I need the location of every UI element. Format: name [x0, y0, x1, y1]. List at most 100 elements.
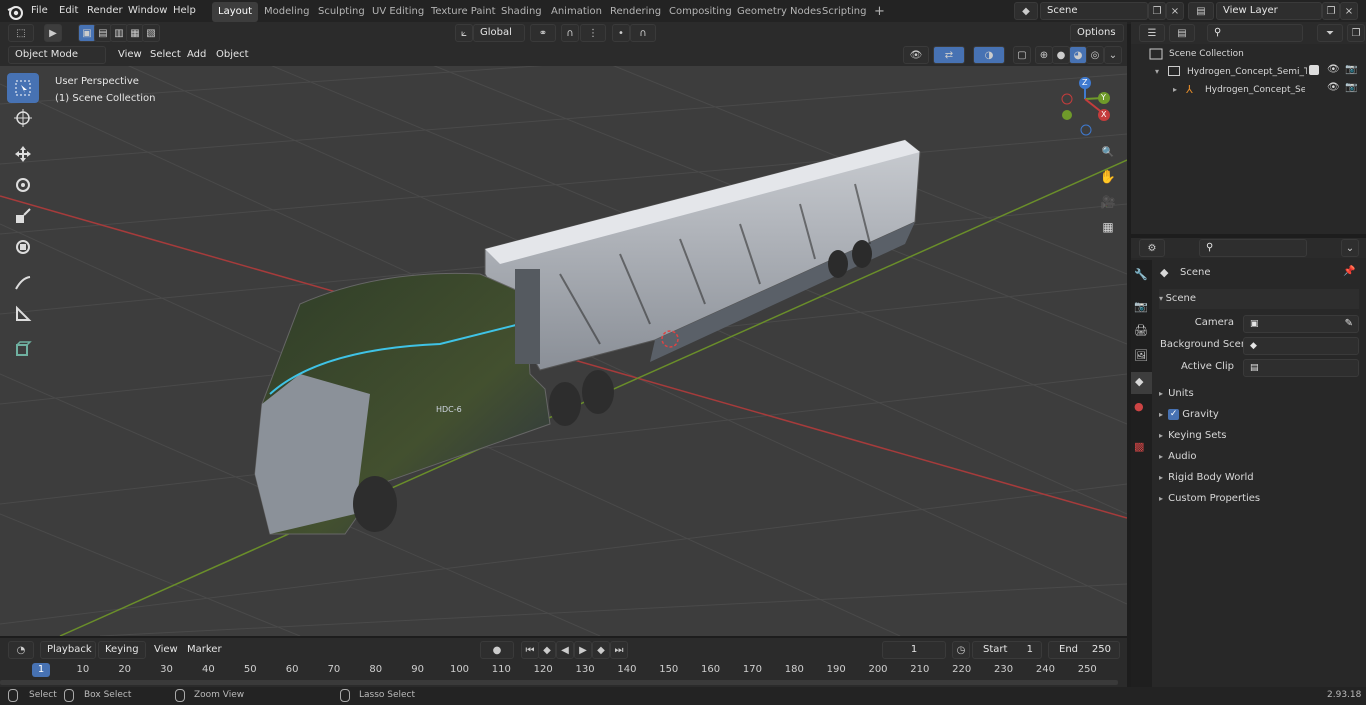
- stopwatch-icon[interactable]: ◷: [952, 641, 970, 659]
- playhead-frame[interactable]: 1: [32, 663, 50, 677]
- expand-arrow-icon[interactable]: ▾: [1155, 67, 1159, 76]
- timeline-editor-icon[interactable]: ◔: [8, 641, 34, 659]
- 3d-viewport[interactable]: HDC-6 Z Y X: [0, 44, 1127, 636]
- tab-geometry-nodes[interactable]: Geometry Nodes: [731, 2, 827, 22]
- start-frame-field[interactable]: Start 1: [972, 641, 1042, 659]
- select-mode-intersect-icon[interactable]: ▧: [142, 24, 160, 42]
- menu-file[interactable]: File: [31, 0, 48, 22]
- select-box-tool-icon[interactable]: [7, 73, 39, 103]
- delete-view-layer-icon[interactable]: ×: [1340, 2, 1358, 20]
- orientation-dropdown[interactable]: Global: [473, 24, 525, 42]
- section-custom-properties[interactable]: ▸ Custom Properties: [1159, 489, 1260, 509]
- outliner-item-collection[interactable]: Hydrogen_Concept_Semi_Tru: [1187, 67, 1307, 77]
- gravity-checkbox[interactable]: ✓: [1168, 408, 1180, 420]
- record-button-icon[interactable]: ●: [480, 641, 514, 659]
- render-tab-icon[interactable]: 📷: [1134, 300, 1148, 313]
- add-cube-tool-icon[interactable]: [7, 334, 39, 364]
- timeline-menu-marker[interactable]: Marker: [187, 644, 222, 655]
- section-gravity[interactable]: ▸ ✓ Gravity: [1159, 405, 1219, 425]
- background-scene-field[interactable]: ◆: [1243, 337, 1359, 355]
- output-tab-icon[interactable]: 🖨: [1134, 324, 1148, 337]
- visibility-eye-icon[interactable]: 👁: [1327, 82, 1340, 93]
- tool-tab-icon[interactable]: 🔧: [1134, 268, 1148, 281]
- xray-toggle-icon[interactable]: ▢: [1013, 46, 1031, 64]
- shading-options-icon[interactable]: ⌄: [1104, 46, 1122, 64]
- new-collection-icon[interactable]: ❐: [1347, 24, 1365, 42]
- tab-rendering[interactable]: Rendering: [604, 2, 667, 22]
- view-layer-field[interactable]: View Layer: [1216, 2, 1322, 20]
- play-reverse-icon[interactable]: ◀: [556, 641, 574, 659]
- new-scene-icon[interactable]: ❐: [1148, 2, 1166, 20]
- tab-shading[interactable]: Shading: [495, 2, 548, 22]
- outliner-scene-collection[interactable]: Scene Collection: [1169, 49, 1244, 59]
- tab-scripting[interactable]: Scripting: [816, 2, 872, 22]
- filter-icon[interactable]: ⏷: [1317, 24, 1343, 42]
- expand-arrow-icon[interactable]: ▸: [1173, 85, 1177, 94]
- outliner-editor-icon[interactable]: ☰: [1139, 24, 1165, 42]
- properties-editor-icon[interactable]: ⚙: [1139, 239, 1165, 257]
- measure-tool-icon[interactable]: [7, 299, 39, 329]
- falloff-icon[interactable]: ∩: [630, 24, 656, 42]
- playback-menu[interactable]: Playback: [40, 641, 96, 659]
- proportional-edit-icon[interactable]: •: [612, 24, 630, 42]
- scene-field[interactable]: Scene: [1040, 2, 1148, 20]
- visibility-icon[interactable]: 👁: [903, 46, 929, 64]
- menu-edit[interactable]: Edit: [59, 0, 78, 22]
- tab-layout[interactable]: Layout: [212, 2, 258, 22]
- blender-logo-icon[interactable]: [6, 3, 24, 21]
- exclude-checkbox[interactable]: [1309, 65, 1319, 75]
- new-view-layer-icon[interactable]: ❐: [1322, 2, 1340, 20]
- transform-tool-icon[interactable]: [7, 232, 39, 262]
- current-frame-field[interactable]: 1: [882, 641, 946, 659]
- timeline-scrollbar[interactable]: [0, 680, 1118, 685]
- editor-type-icon[interactable]: ⬚: [8, 24, 34, 42]
- properties-search-input[interactable]: ⚲: [1199, 239, 1307, 257]
- menu-help[interactable]: Help: [173, 0, 196, 22]
- viewport-menu-view[interactable]: View: [118, 49, 142, 60]
- pan-view-icon[interactable]: ✋: [1096, 165, 1120, 189]
- rendered-shading-icon[interactable]: ◎: [1086, 46, 1104, 64]
- delete-scene-icon[interactable]: ×: [1166, 2, 1184, 20]
- section-units[interactable]: ▸ Units: [1159, 384, 1194, 404]
- overlay-toggle-icon[interactable]: ◑: [973, 46, 1005, 64]
- timeline-menu-view[interactable]: View: [154, 644, 178, 655]
- end-frame-field[interactable]: End 250: [1048, 641, 1120, 659]
- outliner-search-input[interactable]: ⚲: [1207, 24, 1303, 42]
- play-icon[interactable]: ▶: [574, 641, 592, 659]
- texture-tab-icon[interactable]: ▩: [1134, 440, 1144, 453]
- add-workspace-icon[interactable]: +: [868, 2, 891, 22]
- keying-menu[interactable]: Keying: [98, 641, 146, 659]
- snap-toggle-icon[interactable]: ∩: [561, 24, 579, 42]
- scene-tab-icon[interactable]: ◆: [1131, 372, 1152, 394]
- viewport-menu-add[interactable]: Add: [187, 49, 206, 60]
- solid-shading-icon[interactable]: ●: [1052, 46, 1070, 64]
- viewport-menu-select[interactable]: Select: [150, 49, 181, 60]
- rotate-tool-icon[interactable]: [7, 170, 39, 200]
- section-keying-sets[interactable]: ▸ Keying Sets: [1159, 426, 1227, 446]
- outliner-item-object[interactable]: Hydrogen_Concept_Sem: [1205, 85, 1305, 95]
- tab-uv-editing[interactable]: UV Editing: [366, 2, 430, 22]
- tab-texture-paint[interactable]: Texture Paint: [425, 2, 502, 22]
- camera-view-icon[interactable]: 🎥: [1096, 190, 1120, 214]
- menu-render[interactable]: Render: [87, 0, 123, 22]
- viewport-menu-object[interactable]: Object: [216, 49, 249, 60]
- visibility-eye-icon[interactable]: 👁: [1327, 64, 1340, 75]
- jump-start-icon[interactable]: ⏮: [521, 641, 539, 659]
- tab-animation[interactable]: Animation: [545, 2, 608, 22]
- view-layer-tab-icon[interactable]: 🖼: [1134, 349, 1148, 362]
- zoom-view-icon[interactable]: 🔍: [1096, 140, 1120, 164]
- camera-field[interactable]: ▣ ✎: [1243, 315, 1359, 333]
- tab-sculpting[interactable]: Sculpting: [312, 2, 371, 22]
- render-camera-icon[interactable]: 📷: [1345, 64, 1357, 75]
- gizmo-toggle-icon[interactable]: ⇄: [933, 46, 965, 64]
- material-shading-icon[interactable]: ◕: [1069, 46, 1087, 64]
- perspective-toggle-icon[interactable]: ▦: [1096, 215, 1120, 239]
- display-mode-icon[interactable]: ▤: [1169, 24, 1195, 42]
- options-dropdown[interactable]: Options: [1070, 24, 1124, 42]
- menu-window[interactable]: Window: [128, 0, 167, 22]
- scale-tool-icon[interactable]: [7, 201, 39, 231]
- prev-keyframe-icon[interactable]: ◆: [538, 641, 556, 659]
- select-tool-icon[interactable]: ▶: [44, 24, 62, 42]
- tab-modeling[interactable]: Modeling: [258, 2, 316, 22]
- pivot-point-icon[interactable]: ⚭: [530, 24, 556, 42]
